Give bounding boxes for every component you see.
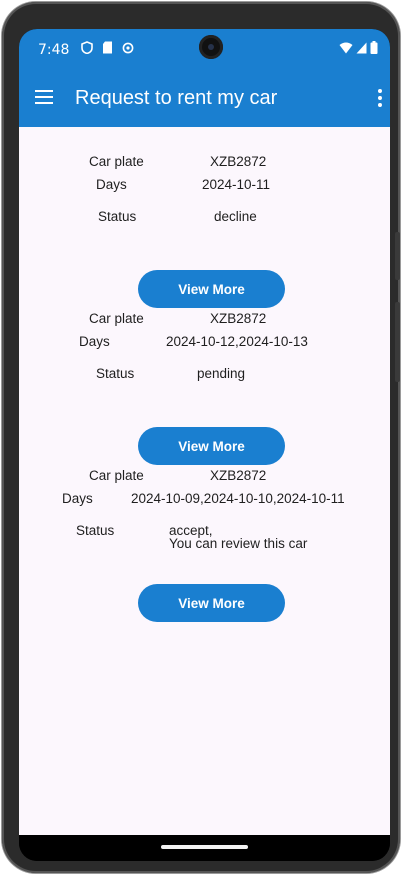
more-options-icon[interactable] [378, 89, 382, 107]
days-label: Days [79, 334, 110, 349]
car-plate-value: XZB2872 [210, 468, 267, 483]
view-more-button[interactable]: View More [138, 584, 285, 622]
sd-card-icon [103, 41, 112, 54]
status-value: decline [214, 209, 257, 224]
car-plate-value: XZB2872 [210, 311, 267, 326]
navigation-bar [19, 835, 390, 861]
front-camera [199, 35, 223, 59]
car-plate-value: XZB2872 [210, 154, 267, 169]
hamburger-menu-icon[interactable] [35, 90, 53, 104]
status-value: pending [197, 366, 246, 381]
status-label: Status [96, 366, 135, 381]
phone-screen: 7:48 Request to rent my car Car plate XZ… [19, 29, 390, 861]
signal-icon [356, 42, 367, 53]
wifi-icon [339, 42, 353, 53]
days-label: Days [62, 491, 93, 506]
days-value: 2024-10-12,2024-10-13 [166, 334, 308, 349]
car-plate-label: Car plate [89, 154, 144, 169]
system-status-icons [339, 41, 378, 54]
request-list: Car plate XZB2872 Days 2024-10-11 Status… [19, 127, 390, 835]
notification-icons [81, 41, 134, 54]
status-value: accept, You can review this car [169, 523, 308, 551]
days-value: 2024-10-11 [202, 177, 271, 192]
sync-icon [122, 42, 134, 53]
status-time: 7:48 [38, 42, 70, 58]
home-gesture-handle[interactable] [161, 845, 248, 849]
days-label: Days [96, 177, 127, 192]
app-bar: Request to rent my car [19, 73, 390, 127]
car-plate-label: Car plate [89, 311, 144, 326]
power-button [395, 302, 400, 382]
status-bar: 7:48 [19, 29, 390, 73]
car-plate-label: Car plate [89, 468, 144, 483]
battery-icon [370, 41, 378, 54]
view-more-button[interactable]: View More [138, 427, 285, 465]
page-title: Request to rent my car [75, 87, 278, 109]
phone-frame: 7:48 Request to rent my car Car plate XZ… [2, 2, 400, 873]
view-more-button[interactable]: View More [138, 270, 285, 308]
volume-button [395, 232, 400, 280]
days-value: 2024-10-09,2024-10-10,2024-10-11 [131, 491, 345, 506]
vpn-shield-icon [81, 41, 93, 54]
status-label: Status [76, 523, 115, 538]
status-label: Status [98, 209, 137, 224]
